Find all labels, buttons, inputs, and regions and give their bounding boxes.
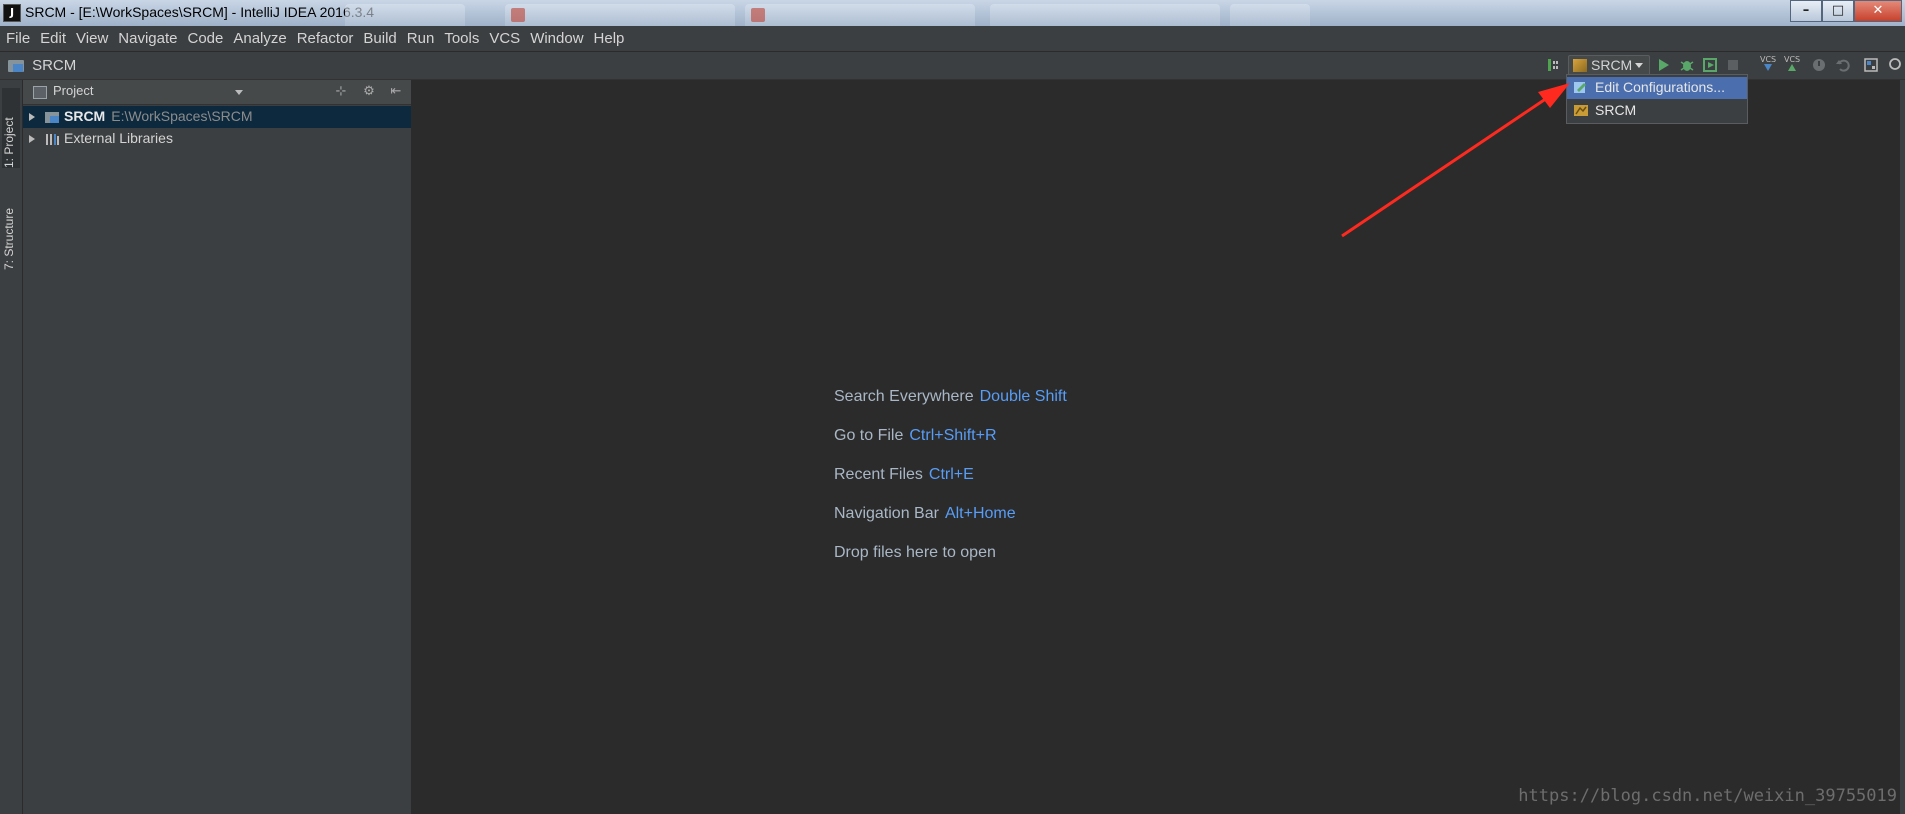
watermark: https://blog.csdn.net/weixin_39755019 [1518, 786, 1897, 806]
right-tool-stripe [1899, 80, 1905, 814]
maximize-button[interactable]: □ [1822, 0, 1854, 22]
menu-refactor[interactable]: Refactor [292, 26, 359, 49]
menu-help[interactable]: Help [589, 26, 630, 49]
project-view-icon [33, 86, 47, 99]
project-structure-icon[interactable] [1862, 56, 1880, 74]
menu-vcs[interactable]: VCS [484, 26, 525, 49]
menu-code[interactable]: Code [182, 26, 228, 49]
run-config-dropdown: Edit Configurations... SRCM [1566, 74, 1748, 124]
run-config-icon [1574, 105, 1588, 116]
menu-edit[interactable]: Edit [35, 26, 71, 49]
left-tool-stripe: 1: Project 7: Structure [0, 80, 23, 814]
make-project-icon[interactable] [1545, 56, 1563, 74]
expand-arrow-icon[interactable] [29, 135, 35, 143]
run-config-icon [1573, 59, 1587, 72]
edit-configurations-label: Edit Configurations... [1595, 79, 1725, 95]
tree-label: SRCM E:\WorkSpaces\SRCM [64, 108, 253, 124]
window-title: SRCM - [E:\WorkSpaces\SRCM] - IntelliJ I… [25, 4, 375, 20]
minimize-button[interactable]: – [1790, 0, 1822, 22]
menu-tools[interactable]: Tools [439, 26, 484, 49]
hint-label: Go to File [834, 427, 904, 444]
expand-arrow-icon[interactable] [29, 113, 35, 121]
hint-recent-files: Recent Files Ctrl+E [834, 466, 974, 484]
background-browser-tab [345, 4, 465, 26]
menu-file[interactable]: File [0, 26, 35, 49]
edit-configurations-item[interactable]: Edit Configurations... [1567, 77, 1747, 99]
hint-label: Recent Files [834, 466, 923, 483]
menu-view[interactable]: View [71, 26, 113, 49]
scroll-from-source-icon[interactable]: ⊹ [333, 84, 349, 100]
background-browser-tab [1230, 4, 1310, 26]
background-browser-tab [505, 4, 735, 26]
stop-icon[interactable] [1724, 56, 1742, 74]
menu-run[interactable]: Run [402, 26, 440, 49]
srcm-config-item[interactable]: SRCM [1567, 100, 1747, 122]
intellij-app-icon: J [3, 4, 21, 22]
shortcut-key: Double Shift [979, 388, 1067, 405]
editor-area: Search Everywhere Double Shift Go to File… [412, 80, 1899, 814]
project-panel: Project ⊹ ⚙ ⇤ SRCM E:\WorkSpaces\SRCM Ext… [23, 80, 412, 814]
history-icon[interactable] [1810, 56, 1828, 74]
tool-tab-project[interactable]: 1: Project [2, 88, 20, 168]
vcs-update-label: VCS [1760, 55, 1777, 64]
shortcut-key: Alt+Home [944, 505, 1016, 522]
chevron-down-icon[interactable] [235, 90, 243, 95]
project-name: SRCM [64, 108, 106, 124]
search-icon[interactable] [1887, 56, 1905, 74]
gear-icon[interactable]: ⚙ [361, 84, 377, 100]
shortcut-key: Ctrl+E [928, 466, 974, 483]
close-button[interactable]: ✕ [1854, 0, 1902, 22]
menu-window[interactable]: Window [525, 26, 588, 49]
project-folder-icon [8, 59, 24, 72]
revert-icon[interactable] [1834, 56, 1852, 74]
hide-panel-icon[interactable]: ⇤ [388, 84, 404, 100]
chevron-down-icon [1635, 63, 1643, 68]
run-icon[interactable] [1654, 56, 1672, 74]
tree-row-external-libraries[interactable]: External Libraries [23, 128, 411, 150]
menu-build[interactable]: Build [358, 26, 401, 49]
hint-label: Navigation Bar [834, 505, 939, 522]
background-browser-tab [745, 4, 975, 26]
menu-analyze[interactable]: Analyze [228, 26, 291, 49]
hint-go-to-file: Go to File Ctrl+Shift+R [834, 427, 997, 445]
background-browser-tab [990, 4, 1220, 26]
srcm-config-label: SRCM [1595, 102, 1637, 118]
menu-bar: File Edit View Navigate Code Analyze Refactor B… [0, 26, 1905, 52]
hint-search-everywhere: Search Everywhere Double Shift [834, 388, 1067, 406]
hint-navigation-bar: Navigation Bar Alt+Home [834, 505, 1016, 523]
edit-config-icon [1574, 82, 1586, 93]
project-path: E:\WorkSpaces\SRCM [111, 108, 253, 124]
vcs-commit-label: VCS [1784, 55, 1801, 64]
project-view-selector[interactable]: Project [53, 83, 93, 98]
vcs-update-icon[interactable]: VCS [1760, 56, 1778, 74]
module-folder-icon [45, 112, 59, 123]
tree-row-srcm[interactable]: SRCM E:\WorkSpaces\SRCM [23, 106, 411, 128]
shortcut-key: Ctrl+Shift+R [909, 427, 997, 444]
breadcrumb[interactable]: SRCM [8, 55, 76, 75]
hint-label: Search Everywhere [834, 388, 974, 405]
run-config-label: SRCM [1591, 57, 1633, 73]
menu-navigate[interactable]: Navigate [113, 26, 182, 49]
debug-icon[interactable] [1678, 56, 1696, 74]
breadcrumb-project[interactable]: SRCM [32, 57, 76, 74]
tree-label: External Libraries [64, 130, 173, 146]
tool-tab-structure[interactable]: 7: Structure [2, 180, 20, 270]
title-bar: J SRCM - [E:\WorkSpaces\SRCM] - IntelliJ… [0, 0, 1905, 26]
hint-drop-files: Drop files here to open [834, 544, 996, 561]
vcs-commit-icon[interactable]: VCS [1784, 56, 1802, 74]
library-icon [46, 134, 59, 145]
project-panel-header: Project ⊹ ⚙ ⇤ [23, 80, 411, 105]
coverage-icon[interactable] [1701, 56, 1719, 74]
